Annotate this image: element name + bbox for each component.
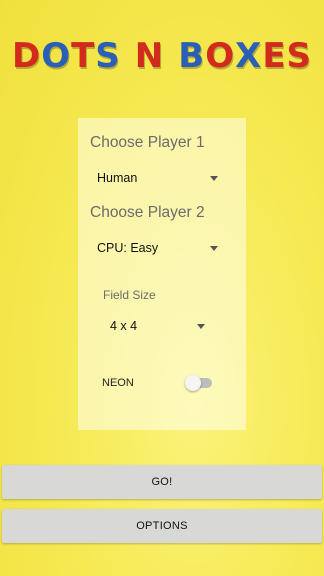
title-letter: O — [205, 36, 236, 76]
neon-toggle[interactable] — [185, 375, 201, 391]
title-letter: E — [262, 36, 287, 76]
player1-dropdown[interactable]: Human — [90, 166, 232, 190]
app-title-logo: DOTS N BOXES — [0, 36, 324, 76]
field-size-dropdown[interactable]: 4 x 4 — [103, 314, 211, 338]
go-button[interactable]: GO! — [2, 465, 322, 499]
options-button[interactable]: OPTIONS — [2, 509, 322, 543]
title-letter: T — [71, 36, 96, 76]
title-letter: D — [11, 36, 42, 76]
title-letter: O — [41, 36, 72, 76]
player1-value: Human — [97, 171, 138, 185]
title-letter: N — [134, 36, 165, 76]
player2-dropdown[interactable]: CPU: Easy — [90, 236, 232, 260]
title-letter: S — [286, 36, 313, 76]
title-letter: X — [235, 36, 263, 76]
title-letter: S — [95, 36, 121, 76]
player2-label: Choose Player 2 — [90, 204, 205, 221]
title-letter — [164, 36, 178, 76]
player2-value: CPU: Easy — [97, 241, 159, 255]
player1-caret-icon — [210, 176, 218, 181]
field-size-caret-icon — [197, 324, 205, 329]
field-size-label: Field Size — [103, 288, 156, 302]
player1-label: Choose Player 1 — [90, 134, 205, 151]
player2-caret-icon — [210, 246, 218, 251]
game-setup-panel: Choose Player 1 Human Choose Player 2 CP… — [78, 118, 246, 430]
title-letter: B — [178, 36, 206, 76]
neon-label: NEON — [102, 377, 134, 389]
title-letter — [121, 36, 135, 76]
field-size-value: 4 x 4 — [110, 319, 138, 333]
